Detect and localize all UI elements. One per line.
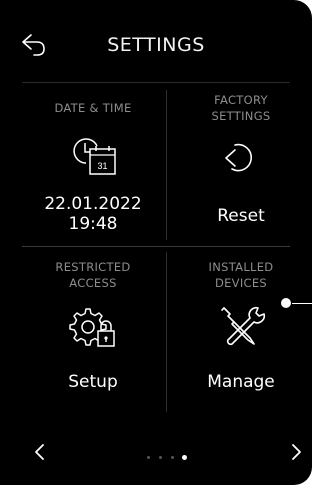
restricted-access-tile[interactable]: RESTRICTED ACCESS Setup [28,256,158,416]
page-title: SETTINGS [107,34,205,56]
installed-devices-tile[interactable]: INSTALLED DEVICES Manage [176,256,306,416]
settings-screen: SETTINGS DATE & TIME 31 22.01.2022 19:48… [0,0,312,485]
restricted-label-line2: ACCESS [69,276,117,290]
manage-button-label: Manage [207,372,275,392]
callout-marker [281,298,291,308]
reset-button-label: Reset [217,206,265,226]
grid-vertical-divider-bottom [166,252,167,412]
page-dot-2[interactable] [159,456,162,459]
reset-icon [225,143,253,172]
page-dot-1[interactable] [147,456,150,459]
date-time-label: DATE & TIME [54,101,132,115]
callout-line [292,303,321,304]
factory-label-line1: FACTORY [214,93,268,107]
tools-icon [221,306,266,346]
factory-settings-tile[interactable]: FACTORY SETTINGS Reset [176,90,306,250]
factory-label-line2: SETTINGS [211,109,271,123]
chevron-left-icon [35,444,44,460]
chevron-right-icon [292,444,301,460]
setup-button-label: Setup [68,372,118,392]
restricted-label-line1: RESTRICTED [55,260,131,274]
gear-lock-icon [69,308,115,347]
next-page-button[interactable] [284,440,308,464]
page-dot-3[interactable] [171,456,174,459]
previous-page-button[interactable] [28,440,52,464]
page-dot-4-active[interactable] [182,455,187,460]
installed-label-line2: DEVICES [214,276,268,290]
header-divider [22,82,290,83]
installed-label-line1: INSTALLED [208,260,274,274]
date-time-tile[interactable]: DATE & TIME 31 22.01.2022 19:48 [28,90,158,250]
date-value: 22.01.2022 [44,194,142,214]
grid-vertical-divider-top [166,90,167,240]
time-value: 19:48 [68,214,118,234]
clock-calendar-icon: 31 [73,138,116,175]
calendar-day: 31 [97,161,107,171]
